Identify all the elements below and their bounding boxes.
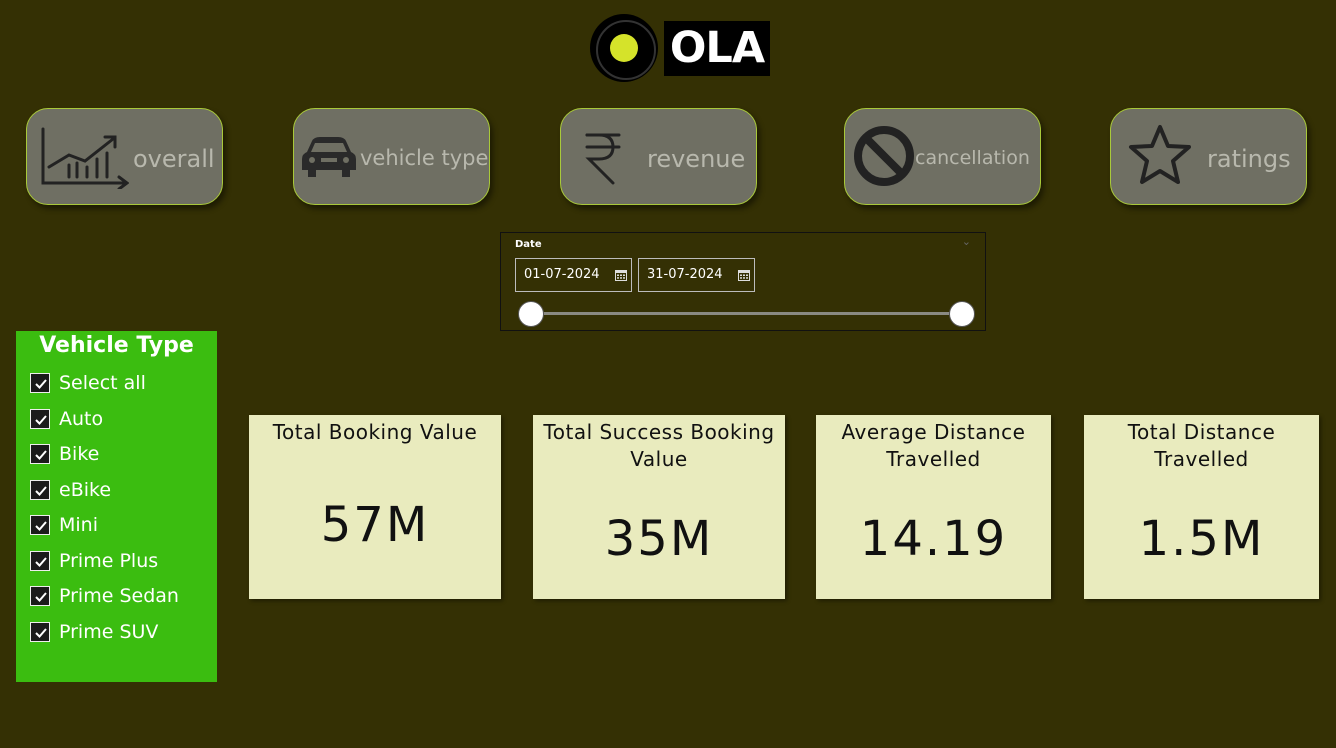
end-date-value: 31-07-2024 — [647, 267, 723, 282]
calendar-icon[interactable] — [615, 269, 627, 281]
date-range-track[interactable] — [531, 312, 963, 315]
nav-revenue-label: revenue — [647, 145, 746, 173]
ola-logo: OLA — [590, 14, 772, 82]
nav-vehicle-type-label: vehicle type — [360, 146, 489, 170]
vehicle-type-option-label: Prime Plus — [59, 549, 159, 572]
vehicle-type-option[interactable]: Auto — [30, 404, 103, 434]
logo-wordmark: OLA — [664, 21, 770, 76]
kpi-title: Total Success Booking Value — [543, 420, 775, 471]
checkbox-checked-icon[interactable] — [30, 479, 50, 500]
growth-chart-icon — [41, 127, 129, 189]
car-icon — [302, 137, 356, 177]
vehicle-type-option-label: eBike — [59, 478, 112, 501]
kpi-title: Average Distance Travelled — [841, 420, 1026, 471]
nav-cancellation-button[interactable]: cancellation — [844, 108, 1041, 205]
star-icon — [1129, 125, 1191, 184]
no-entry-icon — [854, 126, 914, 186]
nav-vehicle-type-button[interactable]: vehicle type — [293, 108, 490, 205]
vehicle-type-filter: Vehicle Type Select all Auto Bike eBike Mini… — [16, 331, 217, 682]
rupee-icon — [585, 133, 621, 185]
vehicle-type-option-label: Mini — [59, 514, 98, 536]
kpi-value: 14.19 — [859, 511, 1008, 567]
checkbox-checked-icon[interactable] — [30, 373, 50, 393]
date-slicer: Date ⌄ 01-07-2024 31-07-2024 — [500, 232, 986, 331]
kpi-title: Total Booking Value — [272, 420, 478, 444]
vehicle-type-option[interactable]: Prime Plus — [30, 546, 158, 576]
kpi-value: 1.5M — [1138, 511, 1265, 567]
kpi-title: Total Distance Travelled — [1127, 420, 1276, 471]
calendar-icon[interactable] — [738, 269, 750, 281]
vehicle-type-option-label: Bike — [59, 443, 100, 465]
chevron-down-icon[interactable]: ⌄ — [962, 235, 971, 248]
end-date-handle[interactable] — [949, 301, 975, 327]
vehicle-type-option[interactable]: Select all — [30, 368, 146, 398]
checkbox-checked-icon[interactable] — [30, 586, 50, 606]
checkbox-checked-icon[interactable] — [30, 444, 50, 464]
kpi-card-average-distance-travelled: Average Distance Travelled 14.19 — [816, 415, 1051, 599]
nav-ratings-label: ratings — [1207, 145, 1291, 173]
kpi-card-total-distance-travelled: Total Distance Travelled 1.5M — [1084, 415, 1319, 599]
nav-ratings-button[interactable]: ratings — [1110, 108, 1307, 205]
vehicle-type-option-label: Prime Sedan — [59, 585, 179, 607]
kpi-card-total-success-booking-value: Total Success Booking Value 35M — [533, 415, 785, 599]
start-date-value: 01-07-2024 — [524, 267, 600, 282]
checkbox-checked-icon[interactable] — [30, 550, 50, 571]
vehicle-type-option[interactable]: Bike — [30, 439, 99, 469]
logo-circle-icon — [590, 14, 658, 82]
vehicle-type-option[interactable]: Prime SUV — [30, 617, 158, 647]
vehicle-type-filter-title: Vehicle Type — [39, 333, 194, 358]
checkbox-checked-icon[interactable] — [30, 408, 50, 429]
vehicle-type-option[interactable]: Prime Sedan — [30, 581, 179, 611]
nav-overall-label: overall — [133, 145, 215, 173]
end-date-input[interactable]: 31-07-2024 — [638, 258, 755, 292]
vehicle-type-option-label: Select all — [59, 372, 146, 394]
vehicle-type-option-label: Auto — [59, 407, 104, 430]
vehicle-type-option[interactable]: eBike — [30, 475, 111, 505]
start-date-input[interactable]: 01-07-2024 — [515, 258, 632, 292]
nav-revenue-button[interactable]: revenue — [560, 108, 757, 205]
vehicle-type-option[interactable]: Mini — [30, 510, 98, 540]
vehicle-type-option-label: Prime SUV — [59, 620, 159, 643]
nav-overall-button[interactable]: overall — [26, 108, 223, 205]
date-slicer-title: Date — [515, 239, 542, 250]
checkbox-checked-icon[interactable] — [30, 515, 50, 535]
kpi-value: 35M — [604, 511, 714, 567]
checkbox-checked-icon[interactable] — [30, 621, 50, 642]
start-date-handle[interactable] — [518, 301, 544, 327]
kpi-value: 57M — [320, 497, 430, 553]
nav-cancellation-label: cancellation — [915, 147, 1030, 169]
kpi-card-total-booking-value: Total Booking Value 57M — [249, 415, 501, 599]
